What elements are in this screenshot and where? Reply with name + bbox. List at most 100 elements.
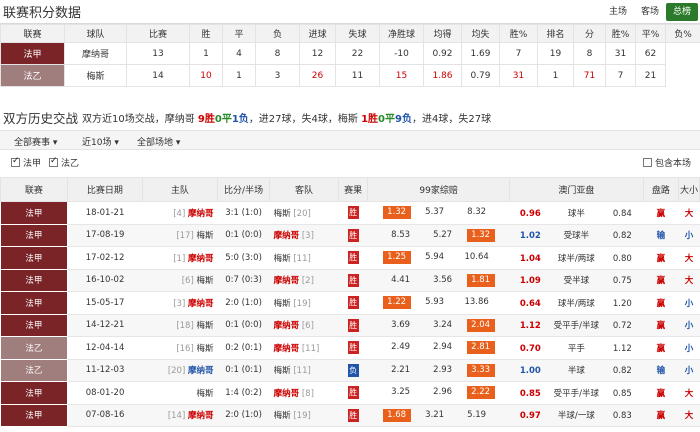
team-name[interactable]: 摩纳哥 bbox=[64, 42, 127, 65]
odds-cell[interactable]: 8.53 5.27 1.32 bbox=[367, 224, 510, 247]
score-cell[interactable]: 0:1 (0:1) bbox=[217, 359, 270, 382]
score-cell[interactable]: 0:7 (0:3) bbox=[217, 269, 270, 292]
same-venue-checkbox[interactable]: 包含本场 bbox=[643, 156, 691, 169]
odds-cell[interactable]: 2.21 2.93 3.33 bbox=[367, 359, 510, 382]
score-cell[interactable]: 0:2 (0:1) bbox=[217, 336, 270, 360]
away-team-cell[interactable]: 摩纳哥 [6] bbox=[269, 314, 339, 337]
home-team-name[interactable]: 摩纳哥 bbox=[188, 411, 214, 421]
league-badge[interactable]: 法甲 bbox=[0, 291, 68, 315]
league-checkbox-ligue1[interactable]: 法甲 bbox=[11, 156, 41, 169]
venue-filter-dropdown[interactable]: 全部场地 ▾ bbox=[137, 135, 180, 148]
asian-handicap-cell[interactable]: 0.64 球半/两球 1.20 bbox=[509, 291, 644, 315]
competition-filter-dropdown[interactable]: 全部赛事 ▾ bbox=[14, 135, 57, 148]
league-checkbox-ligue2[interactable]: 法乙 bbox=[49, 156, 79, 169]
home-team-name[interactable]: 摩纳哥 bbox=[188, 209, 214, 219]
odds-cell[interactable]: 4.41 3.56 1.81 bbox=[367, 269, 510, 292]
home-team-name[interactable]: 梅斯 bbox=[196, 276, 213, 286]
home-team-cell[interactable]: [6] 梅斯 bbox=[142, 269, 218, 292]
away-team-cell[interactable]: 梅斯 [19] bbox=[269, 404, 339, 427]
league-badge[interactable]: 法乙 bbox=[0, 358, 68, 382]
away-team-name[interactable]: 摩纳哥 bbox=[274, 231, 300, 241]
odds-cell[interactable]: 1.68 3.21 5.19 bbox=[367, 404, 510, 427]
home-team-name[interactable]: 摩纳哥 bbox=[188, 366, 214, 376]
league-badge[interactable]: 法甲 bbox=[0, 246, 68, 270]
league-badge[interactable]: 法乙 bbox=[0, 336, 68, 360]
asian-handicap-cell[interactable]: 0.96 球半 0.84 bbox=[509, 201, 644, 225]
odds-cell[interactable]: 3.69 3.24 2.04 bbox=[367, 314, 510, 337]
asian-handicap-cell[interactable]: 1.12 受平手/半球 0.72 bbox=[509, 314, 644, 337]
league-badge[interactable]: 法乙 bbox=[0, 64, 65, 87]
home-team-cell[interactable]: [4] 摩纳哥 bbox=[142, 201, 218, 225]
home-team-name[interactable]: 梅斯 bbox=[196, 389, 213, 399]
away-team-cell[interactable]: 摩纳哥 [2] bbox=[269, 269, 339, 292]
odds-cell[interactable]: 3.25 2.96 2.22 bbox=[367, 381, 510, 405]
league-badge[interactable]: 法甲 bbox=[0, 201, 68, 225]
score-cell[interactable]: 3:1 (1:0) bbox=[217, 201, 270, 225]
tab-total[interactable]: 总榜 bbox=[666, 3, 698, 21]
tab-home[interactable]: 主场 bbox=[602, 3, 634, 21]
home-team-name[interactable]: 摩纳哥 bbox=[188, 254, 214, 264]
odds-value: 3.69 bbox=[391, 319, 411, 330]
away-team-name[interactable]: 摩纳哥 bbox=[274, 344, 300, 354]
score-cell[interactable]: 2:0 (1:0) bbox=[217, 291, 270, 315]
odds-cell[interactable]: 1.22 5.93 13.86 bbox=[367, 291, 510, 315]
home-team-cell[interactable]: [14] 摩纳哥 bbox=[142, 404, 218, 427]
home-team-name[interactable]: 梅斯 bbox=[196, 321, 213, 331]
asian-handicap-cell[interactable]: 1.09 受半球 0.75 bbox=[509, 269, 644, 292]
away-team-name[interactable]: 梅斯 bbox=[274, 254, 291, 264]
away-team-cell[interactable]: 摩纳哥 [11] bbox=[269, 336, 339, 360]
home-team-name[interactable]: 梅斯 bbox=[196, 344, 213, 354]
odds-cell[interactable]: 1.32 5.37 8.32 bbox=[367, 201, 510, 225]
away-team-name[interactable]: 梅斯 bbox=[274, 299, 291, 309]
asian-handicap-cell[interactable]: 1.02 受球半 0.82 bbox=[509, 224, 644, 247]
league-badge[interactable]: 法甲 bbox=[0, 268, 68, 292]
score-cell[interactable]: 0:1 (0:0) bbox=[217, 314, 270, 337]
away-team-cell[interactable]: 梅斯 [11] bbox=[269, 246, 339, 270]
team-name[interactable]: 梅斯 bbox=[64, 64, 127, 87]
league-badge[interactable]: 法甲 bbox=[0, 313, 68, 337]
away-team-name[interactable]: 摩纳哥 bbox=[274, 321, 300, 331]
column-header: 分 bbox=[573, 24, 606, 43]
away-team-name[interactable]: 梅斯 bbox=[274, 411, 291, 421]
home-team-name[interactable]: 梅斯 bbox=[196, 231, 213, 241]
home-team-cell[interactable]: [18] 梅斯 bbox=[142, 314, 218, 337]
away-team-name[interactable]: 梅斯 bbox=[274, 209, 291, 219]
away-team-name[interactable]: 梅斯 bbox=[274, 366, 291, 376]
away-team-cell[interactable]: 梅斯 [20] bbox=[269, 201, 339, 225]
score-cell[interactable]: 2:0 (1:0) bbox=[217, 404, 270, 427]
stat-cell: 62 bbox=[635, 42, 666, 65]
league-badge[interactable]: 法甲 bbox=[0, 42, 65, 65]
asian-handicap-cell[interactable]: 0.85 受平手/半球 0.85 bbox=[509, 381, 644, 405]
away-team-name[interactable]: 摩纳哥 bbox=[274, 389, 300, 399]
away-team-cell[interactable]: 摩纳哥 [3] bbox=[269, 224, 339, 247]
home-team-name[interactable]: 摩纳哥 bbox=[188, 299, 214, 309]
league-badge[interactable]: 法甲 bbox=[0, 381, 68, 405]
home-team-cell[interactable]: [3] 摩纳哥 bbox=[142, 291, 218, 315]
asian-handicap-cell[interactable]: 1.04 球半/两球 0.80 bbox=[509, 246, 644, 270]
tab-away[interactable]: 客场 bbox=[634, 3, 666, 21]
away-team-name[interactable]: 摩纳哥 bbox=[274, 276, 300, 286]
league-badge[interactable]: 法甲 bbox=[0, 223, 68, 247]
away-team-cell[interactable]: 摩纳哥 [8] bbox=[269, 381, 339, 405]
odds-cell[interactable]: 2.49 2.94 2.81 bbox=[367, 336, 510, 360]
team-rank: [11] bbox=[290, 253, 311, 264]
asian-handicap-cell[interactable]: 0.70 平手 1.12 bbox=[509, 336, 644, 360]
home-team-cell[interactable]: [16] 梅斯 bbox=[142, 336, 218, 360]
home-team-cell[interactable]: [1] 摩纳哥 bbox=[142, 246, 218, 270]
odds-cell[interactable]: 1.25 5.94 10.64 bbox=[367, 246, 510, 270]
away-team-cell[interactable]: 梅斯 [19] bbox=[269, 291, 339, 315]
league-badge[interactable]: 法甲 bbox=[0, 403, 68, 427]
score-cell[interactable]: 1:4 (0:2) bbox=[217, 381, 270, 405]
asian-handicap-cell[interactable]: 0.97 半球/一球 0.83 bbox=[509, 404, 644, 427]
stat-cell: 1.86 bbox=[423, 64, 462, 87]
match-count-filter-dropdown[interactable]: 近10场 ▾ bbox=[82, 135, 119, 148]
score-cell[interactable]: 5:0 (3:0) bbox=[217, 246, 270, 270]
score-cell[interactable]: 0:1 (0:0) bbox=[217, 224, 270, 247]
away-team-cell[interactable]: 梅斯 [11] bbox=[269, 359, 339, 382]
stat-cell: -10 bbox=[379, 42, 424, 65]
odds-value: 2.93 bbox=[433, 364, 453, 375]
home-team-cell[interactable]: [17] 梅斯 bbox=[142, 224, 218, 247]
asian-handicap-cell[interactable]: 1.00 半球 0.82 bbox=[509, 359, 644, 382]
home-team-cell[interactable]: [20] 摩纳哥 bbox=[142, 359, 218, 382]
home-team-cell[interactable]: 梅斯 bbox=[142, 381, 218, 405]
